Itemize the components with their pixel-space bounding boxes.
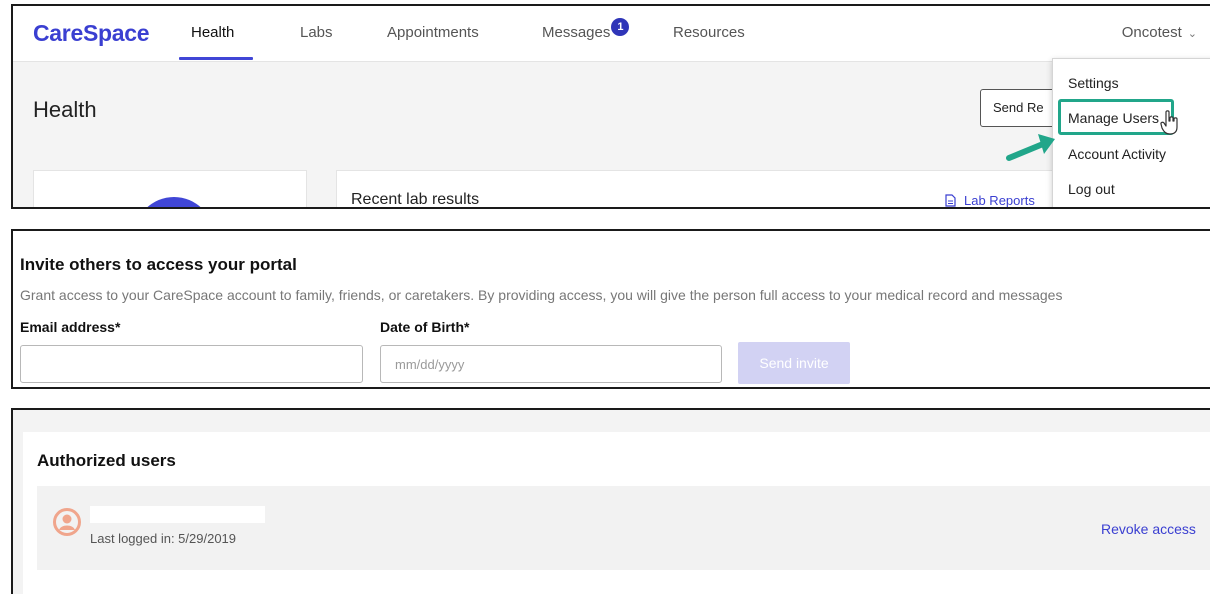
tab-labs[interactable]: Labs [300,24,333,41]
menu-item-log-out[interactable]: Log out [1068,181,1115,197]
app-logo[interactable]: CareSpace [33,20,150,47]
authorized-users-card: Authorized users Last logged in: 5/29/20… [23,432,1210,594]
invite-description: Grant access to your CareSpace account t… [20,287,1063,303]
lab-reports-link[interactable]: Lab Reports [945,193,1035,208]
profile-card [33,170,307,207]
hand-cursor-icon [1160,110,1178,135]
user-name: Oncotest [1121,24,1182,41]
dob-label: Date of Birth* [380,319,470,335]
invite-title: Invite others to access your portal [20,255,297,274]
authorized-users-title: Authorized users [37,451,176,470]
menu-item-account-activity[interactable]: Account Activity [1068,146,1166,162]
authorized-users-panel: Authorized users Last logged in: 5/29/20… [11,408,1210,594]
user-avatar-icon [53,508,81,536]
redacted-user-name [90,506,265,523]
user-dropdown-menu: Settings Manage Users Account Activity L… [1052,58,1210,207]
tab-resources[interactable]: Resources [673,24,745,41]
recent-labs-title: Recent lab results [351,191,480,208]
list-item: Last logged in: 5/29/2019 Revoke access [37,486,1210,570]
messages-badge: 1 [611,18,630,36]
highlight-box [1058,99,1174,135]
last-logged-in: Last logged in: 5/29/2019 [90,531,237,546]
send-invite-button[interactable]: Send invite [738,342,850,384]
tab-health[interactable]: Health [191,24,234,41]
top-navbar: CareSpace Health Labs Appointments Messa… [13,6,1210,62]
date-of-birth-field[interactable] [380,345,722,383]
tab-appointments[interactable]: Appointments [387,24,479,41]
menu-item-settings[interactable]: Settings [1068,75,1119,91]
lab-reports-label: Lab Reports [964,193,1035,208]
email-label: Email address* [20,319,121,335]
avatar [134,197,214,207]
email-field[interactable] [20,345,363,383]
user-menu[interactable]: Oncotest ⌄ [1122,24,1197,41]
chevron-down-icon: ⌄ [1187,28,1197,40]
invite-panel: Invite others to access your portal Gran… [11,229,1210,389]
tab-messages[interactable]: Messages 1 [542,18,630,43]
page-title: Health [33,97,97,122]
document-icon [945,194,956,207]
tab-messages-label: Messages [542,24,611,41]
pointer-arrow-icon [1006,134,1055,161]
header-panel: CareSpace Health Labs Appointments Messa… [11,4,1210,209]
active-tab-indicator [179,57,253,60]
revoke-access-link[interactable]: Revoke access [1101,521,1196,537]
